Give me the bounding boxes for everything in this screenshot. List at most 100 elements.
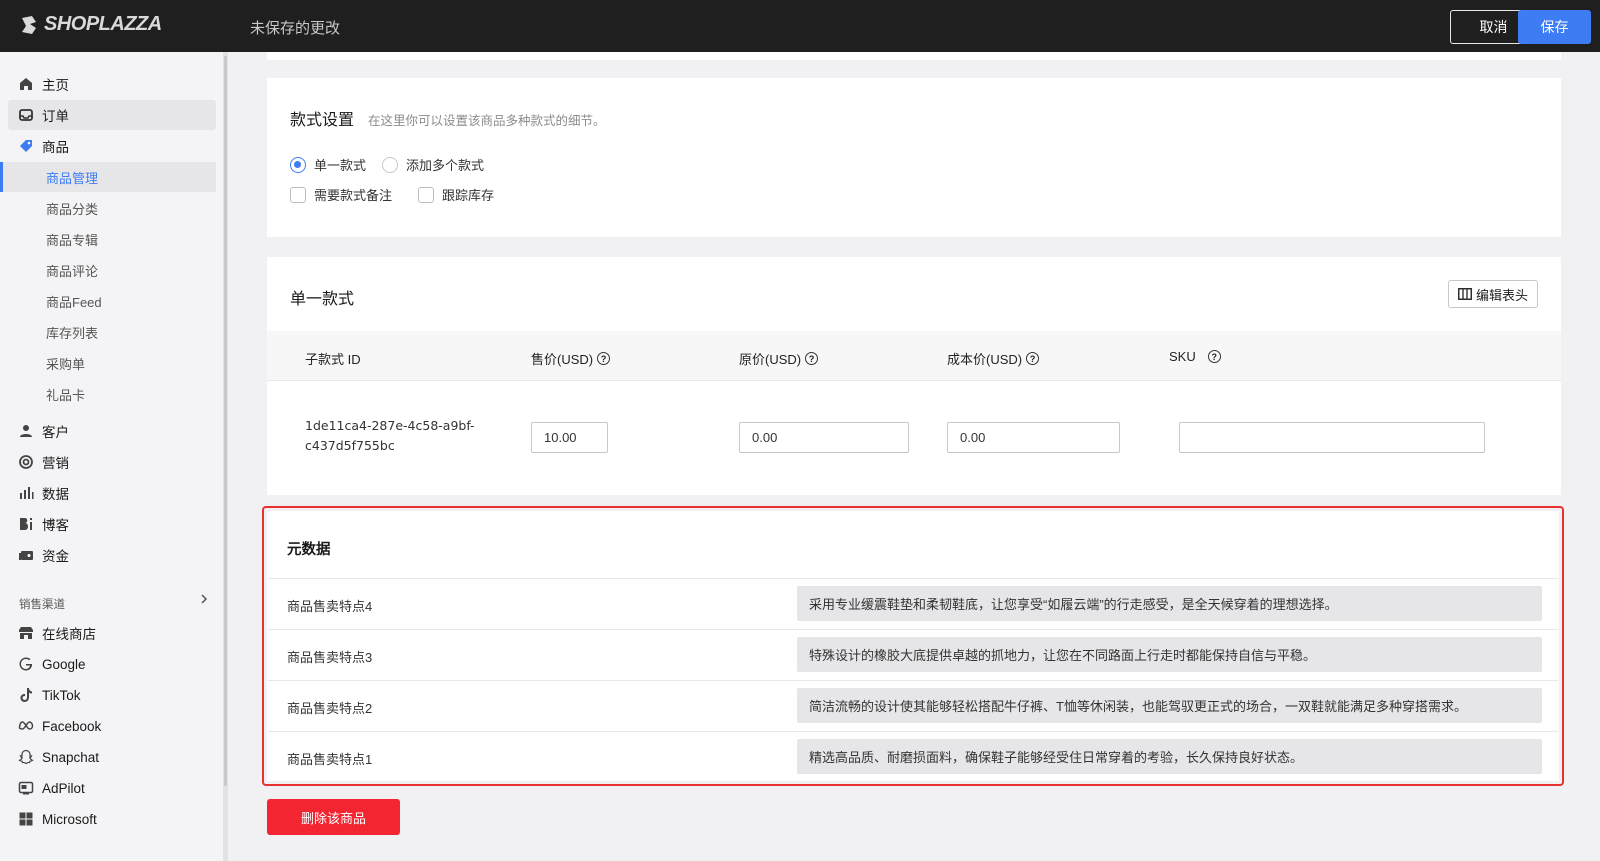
- edit-header-label: 编辑表头: [1475, 287, 1528, 303]
- metadata-value-field[interactable]: 精选高品质、耐磨损面料，确保鞋子能够经受住日常穿着的考验，长久保持良好状态。: [797, 739, 1542, 774]
- metadata-value-field[interactable]: 特殊设计的橡胶大底提供卓越的抓地力，让您在不同路面上行走时都能保持自信与平稳。: [797, 637, 1542, 672]
- sidebar-subitem-label: 商品分类: [46, 201, 99, 217]
- sidebar-item-microsoft[interactable]: Microsoft: [8, 804, 216, 834]
- column-header-cost-price: 成本价(USD)?: [947, 349, 1040, 368]
- tiktok-icon: [18, 687, 34, 703]
- variant-id-line: 1de11ca4-287e-4c58-a9bf-: [305, 418, 475, 433]
- sidebar-scroll-thumb[interactable]: [224, 56, 227, 786]
- snapchat-icon: [18, 749, 34, 765]
- radio-unchecked-icon[interactable]: [382, 156, 398, 173]
- sidebar-subitem-purchase-orders[interactable]: 采购单: [0, 348, 216, 378]
- variant-id-line: c437d5f755bc: [305, 438, 395, 453]
- metadata-row: 商品售卖特点2 简洁流畅的设计使其能够轻松搭配牛仔裤、T恤等休闲装，也能驾驭更正…: [268, 680, 1558, 731]
- metadata-row: 商品售卖特点1 精选高品质、耐磨损面料，确保鞋子能够经受住日常穿着的考验，长久保…: [268, 731, 1558, 782]
- previous-card-bottom: [267, 52, 1561, 60]
- sidebar-item-label: 商品: [42, 140, 69, 155]
- checkbox-icon[interactable]: [418, 186, 434, 203]
- chevron-right-icon[interactable]: [198, 592, 210, 606]
- compare-price-input[interactable]: [739, 422, 909, 453]
- variant-id-cell: 1de11ca4-287e-4c58-a9bf- c437d5f755bc: [305, 416, 505, 456]
- sidebar-item-google[interactable]: Google: [8, 649, 216, 679]
- metadata-row: 商品售卖特点3 特殊设计的橡胶大底提供卓越的抓地力，让您在不同路面上行走时都能保…: [268, 629, 1558, 680]
- tag-icon: [18, 138, 34, 154]
- sidebar-item-tiktok[interactable]: TikTok: [8, 680, 216, 710]
- sidebar-subitem-gift-cards[interactable]: 礼品卡: [0, 379, 216, 409]
- single-variant-title: 单一款式: [290, 291, 355, 308]
- track-inventory-checkbox[interactable]: 跟踪库存: [418, 185, 494, 204]
- checkbox-icon[interactable]: [290, 186, 306, 203]
- sidebar-subitem-feed[interactable]: 商品Feed: [0, 286, 216, 316]
- single-variant-radio[interactable]: 单一款式: [290, 155, 366, 174]
- unsaved-changes-text: 未保存的更改: [250, 20, 341, 37]
- sidebar-subitem-label: 库存列表: [46, 325, 99, 341]
- sidebar-item-orders[interactable]: 订单: [8, 100, 216, 130]
- sidebar-subitem-reviews[interactable]: 商品评论: [0, 255, 216, 285]
- target-icon: [18, 454, 34, 470]
- require-note-checkbox[interactable]: 需要款式备注: [290, 185, 392, 204]
- meta-icon: [18, 718, 34, 734]
- radio-label: 添加多个款式: [406, 158, 485, 173]
- sidebar-item-label: TikTok: [42, 687, 81, 703]
- sidebar-item-label: 博客: [42, 518, 69, 533]
- metadata-key: 商品售卖特点4: [287, 599, 373, 614]
- help-icon[interactable]: ?: [597, 352, 611, 365]
- logo-text: SHOPLAZZA: [44, 13, 162, 35]
- sidebar-item-adpilot[interactable]: AdPilot: [8, 773, 216, 803]
- multi-variant-radio[interactable]: 添加多个款式: [382, 155, 484, 174]
- sidebar-item-label: 订单: [42, 109, 69, 124]
- checkbox-label: 需要款式备注: [314, 188, 393, 203]
- sidebar-item-label: 数据: [42, 487, 69, 502]
- shoplazza-logo[interactable]: SHOPLAZZA: [18, 13, 162, 36]
- microsoft-icon: [18, 811, 34, 827]
- radio-label: 单一款式: [314, 158, 367, 173]
- cost-price-input[interactable]: [947, 422, 1120, 453]
- blog-icon: [18, 516, 34, 532]
- sales-channels-label: 销售渠道: [19, 599, 65, 611]
- sidebar-subitem-inventory[interactable]: 库存列表: [0, 317, 216, 347]
- sidebar-subitem-label: 礼品卡: [46, 387, 86, 403]
- home-icon: [18, 76, 34, 92]
- bar-chart-icon: [18, 485, 34, 501]
- sidebar-item-home[interactable]: 主页: [8, 69, 216, 99]
- sidebar-subitem-categories[interactable]: 商品分类: [0, 193, 216, 223]
- delete-product-button[interactable]: 删除该商品: [267, 799, 400, 835]
- edit-table-header-button[interactable]: 编辑表头: [1448, 280, 1538, 308]
- sidebar-item-finance[interactable]: 资金: [8, 540, 216, 570]
- store-icon: [18, 625, 34, 641]
- variant-settings-header: 款式设置 在这里你可以设置该商品多种款式的细节。: [290, 106, 606, 130]
- inbox-icon: [18, 107, 34, 123]
- person-icon: [18, 423, 34, 439]
- sidebar-item-analytics[interactable]: 数据: [8, 478, 216, 508]
- column-header-compare-price: 原价(USD)?: [739, 349, 819, 368]
- sidebar-item-snapchat[interactable]: Snapchat: [8, 742, 216, 772]
- metadata-value-field[interactable]: 采用专业缓震鞋垫和柔韧鞋底，让您享受“如履云端”的行走感受，是全天候穿着的理想选…: [797, 586, 1542, 621]
- radio-checked-icon[interactable]: [290, 156, 306, 173]
- metadata-key: 商品售卖特点3: [287, 650, 373, 665]
- price-input[interactable]: [531, 422, 608, 453]
- wallet-icon: [18, 547, 34, 563]
- sidebar-item-products[interactable]: 商品: [8, 131, 216, 161]
- metadata-key: 商品售卖特点2: [287, 701, 373, 716]
- sidebar-item-label: Snapchat: [42, 749, 100, 765]
- help-icon[interactable]: ?: [805, 352, 819, 365]
- sidebar-subitem-collections[interactable]: 商品专辑: [0, 224, 216, 254]
- sidebar-subitem-label: 商品管理: [46, 170, 99, 186]
- sidebar-item-label: AdPilot: [42, 780, 85, 796]
- column-header-variant-id: 子款式 ID: [305, 352, 361, 367]
- sidebar-item-blog[interactable]: 博客: [8, 509, 216, 539]
- sidebar-subitem-label: 商品专辑: [46, 232, 99, 248]
- help-icon[interactable]: ?: [1026, 352, 1040, 365]
- variant-settings-title: 款式设置: [290, 112, 355, 129]
- sidebar-item-label: Microsoft: [42, 811, 97, 827]
- sidebar-item-marketing[interactable]: 营销: [8, 447, 216, 477]
- sku-input[interactable]: [1179, 422, 1485, 453]
- metadata-value-field[interactable]: 简洁流畅的设计使其能够轻松搭配牛仔裤、T恤等休闲装，也能驾驭更正式的场合，一双鞋…: [797, 688, 1542, 723]
- help-icon[interactable]: ?: [1207, 350, 1221, 363]
- logo-icon: [22, 15, 36, 34]
- sidebar-item-online-store[interactable]: 在线商店: [8, 618, 216, 648]
- save-button[interactable]: 保存: [1518, 10, 1591, 44]
- sidebar-subitem-product-management[interactable]: 商品管理: [0, 162, 216, 192]
- sidebar-item-facebook[interactable]: Facebook: [8, 711, 216, 741]
- sidebar-item-customers[interactable]: 客户: [8, 416, 216, 446]
- top-bar: SHOPLAZZA 未保存的更改 取消 保存: [0, 0, 1600, 52]
